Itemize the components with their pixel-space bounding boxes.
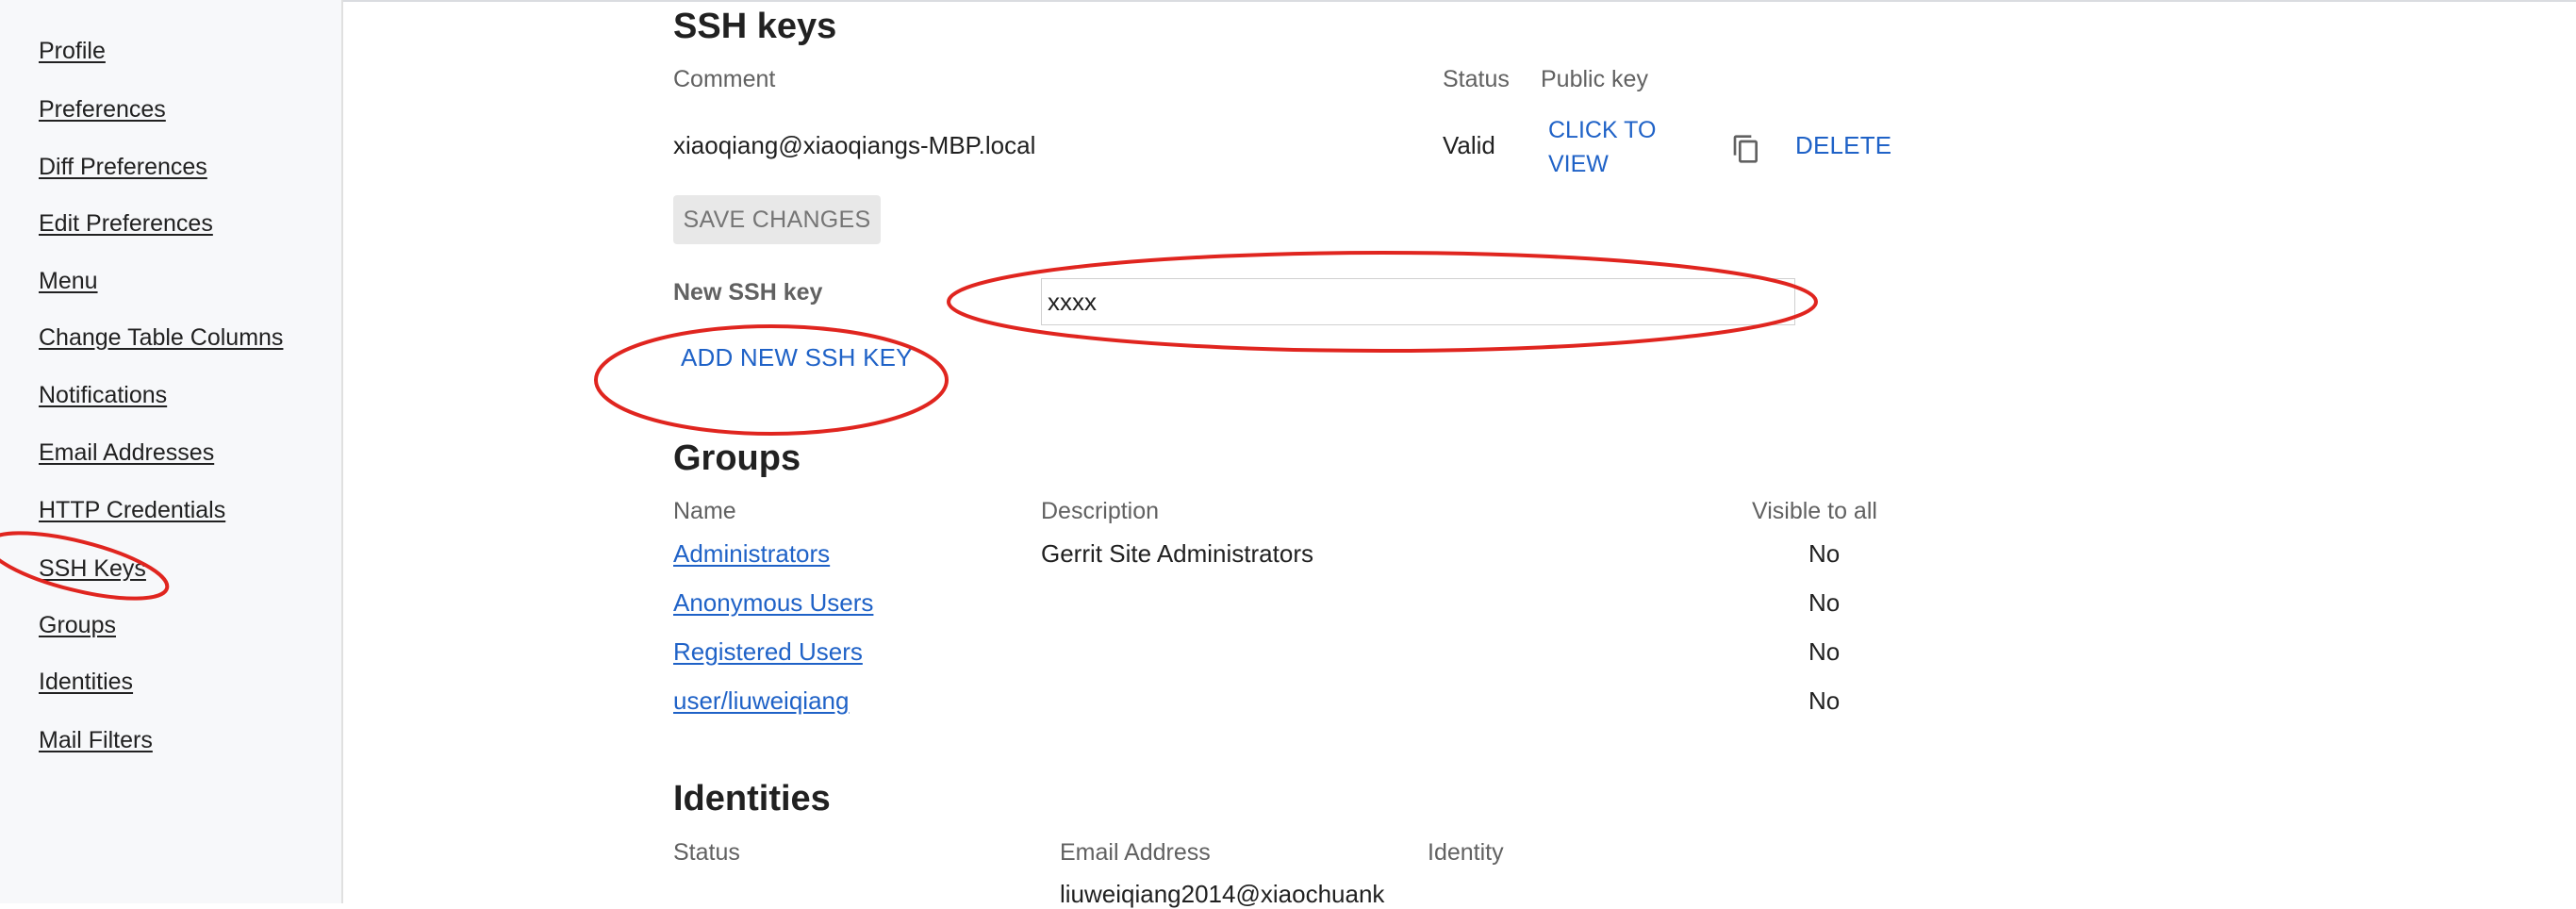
ssh-status-header: Status xyxy=(1443,66,1510,92)
sidebar-item-groups[interactable]: Groups xyxy=(39,612,116,639)
sidebar-item-preferences[interactable]: Preferences xyxy=(39,96,166,124)
sidebar-item-change-table-columns[interactable]: Change Table Columns xyxy=(39,324,283,352)
identity-email: liuweiqiang2014@xiaochuank xyxy=(1060,880,1385,908)
sidebar-item-edit-preferences[interactable]: Edit Preferences xyxy=(39,210,213,238)
sidebar-item-notifications[interactable]: Notifications xyxy=(39,382,167,409)
identities-status-header: Status xyxy=(673,839,740,866)
copy-icon[interactable] xyxy=(1731,132,1761,166)
identities-title: Identities xyxy=(673,779,831,818)
new-ssh-key-label: New SSH key xyxy=(673,279,823,306)
top-border xyxy=(0,0,2576,2)
sidebar-item-menu[interactable]: Menu xyxy=(39,268,98,295)
group-description: Gerrit Site Administrators xyxy=(1041,539,1313,568)
delete-ssh-key-button[interactable]: DELETE xyxy=(1795,131,1891,160)
sidebar-item-ssh-keys[interactable]: SSH Keys xyxy=(39,555,146,583)
group-link-administrators[interactable]: Administrators xyxy=(673,539,830,569)
group-visible: No xyxy=(1808,686,1841,715)
groups-description-header: Description xyxy=(1041,498,1160,524)
sidebar-item-email-addresses[interactable]: Email Addresses xyxy=(39,439,214,467)
ssh-key-comment: xiaoqiang@xiaoqiangs-MBP.local xyxy=(673,131,1036,159)
sidebar-item-diff-preferences[interactable]: Diff Preferences xyxy=(39,154,207,181)
identities-email-header: Email Address xyxy=(1060,839,1211,866)
group-link-user-liuweiqiang[interactable]: user/liuweiqiang xyxy=(673,686,849,716)
group-visible: No xyxy=(1808,637,1841,666)
new-ssh-key-input[interactable] xyxy=(1041,278,1795,325)
ssh-key-status: Valid xyxy=(1443,131,1495,159)
save-changes-button[interactable]: SAVE CHANGES xyxy=(673,195,881,244)
ssh-comment-header: Comment xyxy=(673,66,776,92)
group-visible: No xyxy=(1808,588,1841,617)
sidebar-item-http-credentials[interactable]: HTTP Credentials xyxy=(39,497,225,524)
group-link-anonymous-users[interactable]: Anonymous Users xyxy=(673,588,873,618)
annotation-overlay xyxy=(0,251,1818,601)
ssh-public-key-header: Public key xyxy=(1541,66,1648,92)
group-link-registered-users[interactable]: Registered Users xyxy=(673,637,863,667)
groups-name-header: Name xyxy=(673,498,736,524)
sidebar-item-identities[interactable]: Identities xyxy=(39,669,133,696)
group-visible: No xyxy=(1808,539,1841,568)
add-new-ssh-key-button[interactable]: ADD NEW SSH KEY xyxy=(681,343,913,372)
groups-visible-header: Visible to all xyxy=(1752,498,1877,524)
ssh-keys-title: SSH keys xyxy=(673,7,837,46)
click-to-view-button[interactable]: CLICK TO VIEW xyxy=(1548,113,1671,181)
sidebar-item-profile[interactable]: Profile xyxy=(39,38,106,65)
groups-title: Groups xyxy=(673,438,801,478)
settings-sidebar: Profile Preferences Diff Preferences Edi… xyxy=(0,0,343,903)
sidebar-item-mail-filters[interactable]: Mail Filters xyxy=(39,727,153,754)
identities-identity-header: Identity xyxy=(1428,839,1504,866)
